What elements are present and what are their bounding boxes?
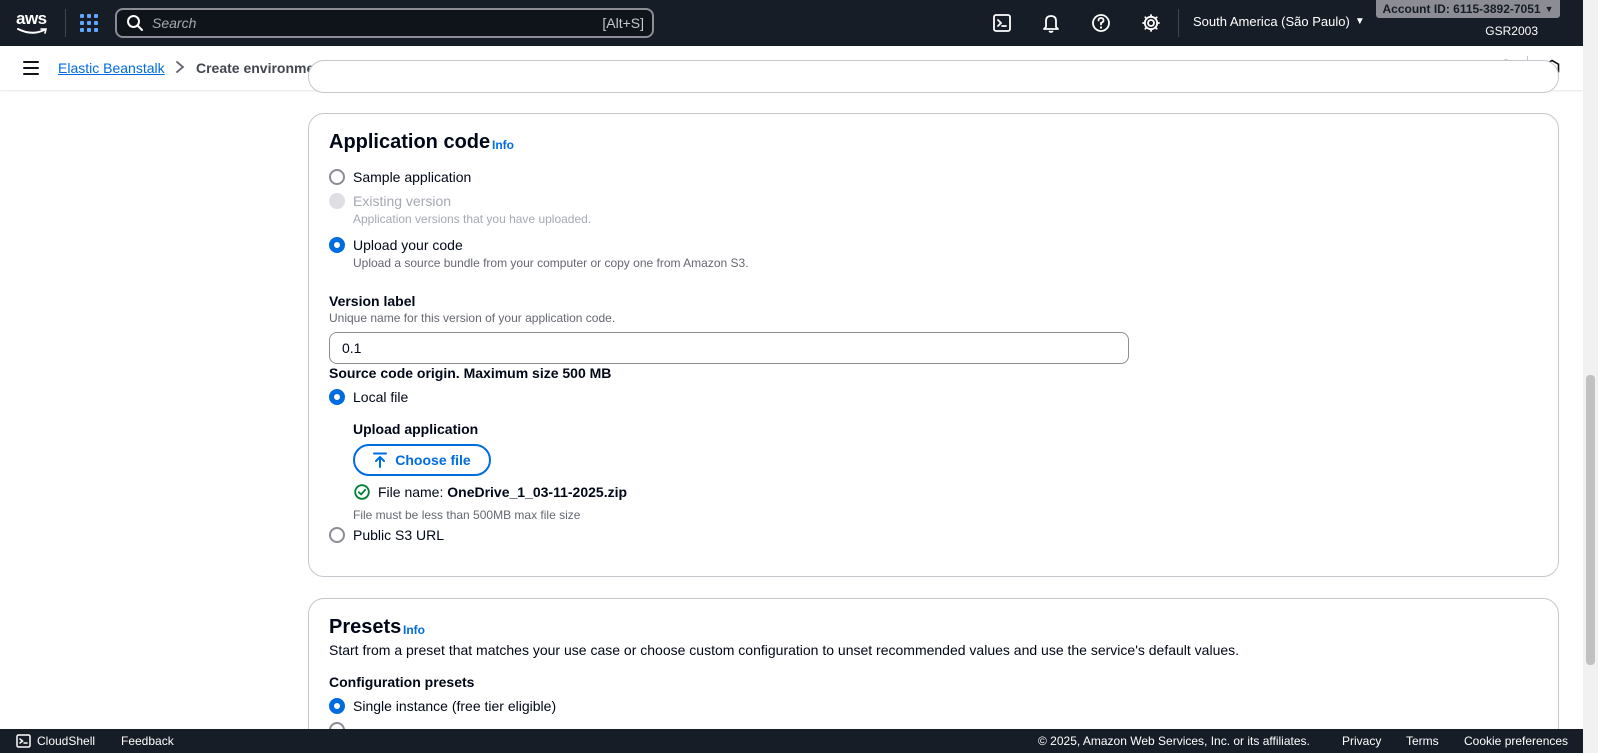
upload-arrow-icon xyxy=(373,452,388,468)
region-selector[interactable]: South America (São Paulo) ▼ xyxy=(1193,14,1365,29)
option-label: Single instance (free tier eligible) xyxy=(353,698,557,714)
file-name-prefix: File name: xyxy=(378,484,444,500)
footer-feedback[interactable]: Feedback xyxy=(121,734,174,748)
radio-single-instance[interactable] xyxy=(329,698,345,714)
file-name-line: File name: OneDrive_1_03-11-2025.zip xyxy=(378,484,627,500)
aws-logo-text: aws xyxy=(16,9,47,28)
source-origin-heading: Source code origin. Maximum size 500 MB xyxy=(329,365,612,381)
info-link[interactable]: Info xyxy=(403,623,425,637)
notifications-bell-icon[interactable] xyxy=(1040,12,1062,34)
radio-local-file[interactable] xyxy=(329,389,345,405)
previous-section-card xyxy=(308,60,1559,93)
footer-privacy[interactable]: Privacy xyxy=(1342,734,1381,748)
option-description: Upload a source bundle from your compute… xyxy=(353,256,749,270)
version-label-description: Unique name for this version of your app… xyxy=(329,311,616,325)
section-title: Application code xyxy=(329,131,491,153)
cloudshell-icon xyxy=(16,734,31,748)
application-code-card: Application code Info Sample application… xyxy=(308,113,1559,577)
caret-down-icon: ▼ xyxy=(1544,4,1554,14)
help-icon[interactable] xyxy=(1090,12,1112,34)
search-bar[interactable]: Search [Alt+S] xyxy=(115,8,654,38)
radio-public-s3-url[interactable] xyxy=(329,527,345,543)
radio-existing-version xyxy=(329,193,345,209)
success-check-icon xyxy=(354,484,370,500)
option-label: Public S3 URL xyxy=(353,527,445,543)
search-input[interactable]: Search xyxy=(152,15,602,31)
version-label-heading: Version label xyxy=(329,293,416,309)
region-label: South America (São Paulo) xyxy=(1193,14,1350,29)
option-label: Existing version xyxy=(353,193,452,209)
nav-divider xyxy=(1178,9,1179,37)
option-label: Upload your code xyxy=(353,237,463,253)
settings-gear-icon[interactable] xyxy=(1140,12,1162,34)
page-scrollbar[interactable] xyxy=(1583,0,1598,753)
top-navigation: aws Search [Alt+S] South America (São Pa… xyxy=(0,0,1583,46)
user-name[interactable]: GSR2003 xyxy=(1485,24,1538,38)
info-link[interactable]: Info xyxy=(492,138,514,152)
search-shortcut: [Alt+S] xyxy=(602,15,644,31)
option-description: Application versions that you have uploa… xyxy=(353,212,592,226)
aws-smile-icon xyxy=(17,28,48,34)
choose-file-button[interactable]: Choose file xyxy=(353,444,491,476)
aws-logo[interactable]: aws xyxy=(16,9,50,35)
cloudshell-icon[interactable] xyxy=(991,12,1013,34)
section-title: Presets xyxy=(329,616,402,638)
menu-hamburger-icon[interactable] xyxy=(23,61,39,75)
breadcrumb-elastic-beanstalk[interactable]: Elastic Beanstalk xyxy=(58,60,165,76)
radio-sample-application[interactable] xyxy=(329,169,345,185)
console-footer: CloudShell Feedback © 2025, Amazon Web S… xyxy=(0,729,1583,753)
caret-down-icon: ▼ xyxy=(1354,16,1365,27)
radio-upload-your-code[interactable] xyxy=(329,237,345,253)
version-label-input[interactable] xyxy=(329,332,1129,364)
footer-cloudshell[interactable]: CloudShell xyxy=(37,734,95,748)
option-label: Sample application xyxy=(353,169,472,185)
configuration-presets-heading: Configuration presets xyxy=(329,674,475,690)
upload-application-heading: Upload application xyxy=(353,421,479,437)
choose-file-label: Choose file xyxy=(395,452,471,468)
account-id: Account ID: 6115-3892-7051 xyxy=(1382,2,1541,16)
footer-copyright: © 2025, Amazon Web Services, Inc. or its… xyxy=(1038,734,1310,748)
footer-terms[interactable]: Terms xyxy=(1406,734,1439,748)
footer-cookie-preferences[interactable]: Cookie preferences xyxy=(1464,734,1568,748)
option-label: Local file xyxy=(353,389,409,405)
file-size-constraint: File must be less than 500MB max file si… xyxy=(353,508,581,522)
scrollbar-thumb[interactable] xyxy=(1586,375,1595,665)
presets-description: Start from a preset that matches your us… xyxy=(329,642,1240,658)
nav-divider xyxy=(65,9,66,37)
account-menu[interactable]: Account ID: 6115-3892-7051 ▼ xyxy=(1376,0,1560,18)
search-icon xyxy=(127,15,143,31)
services-grid-icon[interactable] xyxy=(80,14,98,32)
chevron-right-icon xyxy=(176,61,185,73)
file-name-value: OneDrive_1_03-11-2025.zip xyxy=(447,484,628,500)
